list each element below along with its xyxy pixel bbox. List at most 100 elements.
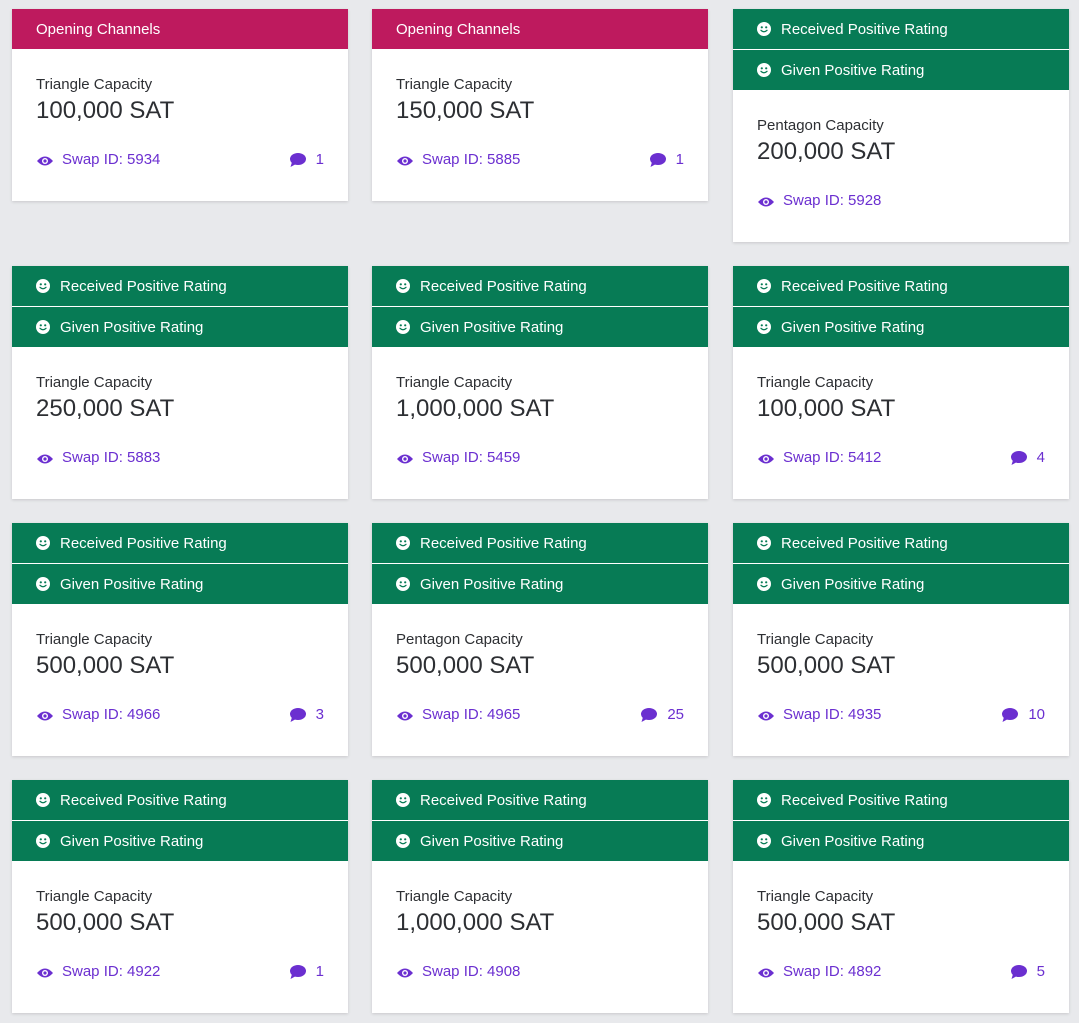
comments-link[interactable]: 1: [289, 151, 324, 168]
badge-label: Received Positive Rating: [420, 534, 587, 552]
swap-id-link[interactable]: Swap ID: 4965: [396, 706, 520, 723]
swap-id-link[interactable]: Swap ID: 4922: [36, 963, 160, 980]
capacity-value: 500,000 SAT: [757, 652, 896, 679]
badge-label: Received Positive Rating: [781, 791, 948, 809]
capacity-label: Triangle Capacity: [36, 374, 153, 391]
capacity-label: Triangle Capacity: [396, 374, 513, 391]
eye-icon: [757, 195, 775, 207]
capacity-label: Pentagon Capacity: [757, 117, 884, 134]
comment-count: 4: [1036, 449, 1045, 466]
swap-id-label: Swap ID: 4966: [62, 706, 161, 723]
comment-icon: [649, 152, 666, 167]
capacity-value: 500,000 SAT: [757, 909, 896, 936]
swap-card[interactable]: Received Positive Rating Given Positive R…: [733, 266, 1069, 499]
swap-card[interactable]: Received Positive Rating Given Positive R…: [733, 523, 1069, 756]
capacity-label: Triangle Capacity: [36, 888, 153, 905]
swap-card[interactable]: Received Positive Rating Given Positive R…: [372, 780, 708, 1013]
swap-id-link[interactable]: Swap ID: 4908: [396, 963, 520, 980]
badge-label: Given Positive Rating: [781, 61, 925, 79]
swap-id-link[interactable]: Swap ID: 4935: [757, 706, 881, 723]
comment-count: 3: [315, 706, 324, 723]
smile-icon: [757, 22, 771, 36]
received-rating-badge: Received Positive Rating: [372, 780, 708, 820]
badge-label: Opening Channels: [36, 20, 161, 38]
received-rating-badge: Received Positive Rating: [12, 523, 348, 563]
comments-link[interactable]: 1: [649, 151, 684, 168]
comment-icon: [1010, 450, 1027, 465]
comments-link[interactable]: 5: [1010, 963, 1045, 980]
swap-id-link[interactable]: Swap ID: 4892: [757, 963, 881, 980]
comments-link[interactable]: 25: [641, 706, 684, 723]
swap-card[interactable]: Opening Channels Triangle Capacity 100,000…: [12, 9, 348, 201]
capacity-label: Triangle Capacity: [36, 631, 153, 648]
badge-label: Given Positive Rating: [781, 832, 925, 850]
badge-label: Given Positive Rating: [60, 575, 204, 593]
given-rating-badge: Given Positive Rating: [372, 307, 708, 347]
swap-id-label: Swap ID: 5885: [422, 151, 521, 168]
comments-link[interactable]: 1: [289, 963, 324, 980]
swap-id-label: Swap ID: 4892: [783, 963, 882, 980]
swap-card[interactable]: Received Positive Rating Given Positive R…: [12, 523, 348, 756]
comment-icon: [1002, 707, 1019, 722]
eye-icon: [396, 709, 414, 721]
capacity-label: Triangle Capacity: [36, 76, 153, 93]
swap-card[interactable]: Received Positive Rating Given Positive R…: [733, 9, 1069, 242]
comment-icon: [641, 707, 658, 722]
smile-icon: [757, 63, 771, 77]
smile-icon: [396, 577, 410, 591]
card-footer: Swap ID: 5928: [757, 192, 1045, 209]
eye-icon: [757, 966, 775, 978]
swap-id-link[interactable]: Swap ID: 5459: [396, 449, 520, 466]
card-footer: Swap ID: 5883: [36, 449, 324, 466]
swap-card[interactable]: Received Positive Rating Given Positive R…: [12, 266, 348, 499]
card-body: Triangle Capacity 500,000 SAT Swap ID: 496…: [12, 604, 348, 756]
swap-id-link[interactable]: Swap ID: 5885: [396, 151, 520, 168]
swap-card[interactable]: Received Positive Rating Given Positive R…: [372, 523, 708, 756]
swap-card[interactable]: Opening Channels Triangle Capacity 150,000…: [372, 9, 708, 201]
badge-label: Given Positive Rating: [420, 318, 564, 336]
swap-id-link[interactable]: Swap ID: 5928: [757, 192, 881, 209]
swap-card[interactable]: Received Positive Rating Given Positive R…: [372, 266, 708, 499]
eye-icon: [396, 154, 414, 166]
card-footer: Swap ID: 4966 3: [36, 706, 324, 723]
swap-id-link[interactable]: Swap ID: 5934: [36, 151, 160, 168]
swap-card[interactable]: Received Positive Rating Given Positive R…: [12, 780, 348, 1013]
capacity-value: 1,000,000 SAT: [396, 395, 555, 422]
eye-icon: [757, 452, 775, 464]
smile-icon: [36, 320, 50, 334]
swap-id-label: Swap ID: 5928: [783, 192, 882, 209]
card-body: Triangle Capacity 100,000 SAT Swap ID: 541…: [733, 347, 1069, 499]
received-rating-badge: Received Positive Rating: [372, 523, 708, 563]
badge-label: Given Positive Rating: [60, 318, 204, 336]
swap-id-label: Swap ID: 5883: [62, 449, 161, 466]
card-body: Triangle Capacity 250,000 SAT Swap ID: 588…: [12, 347, 348, 499]
swap-id-link[interactable]: Swap ID: 4966: [36, 706, 160, 723]
comments-link[interactable]: 4: [1010, 449, 1045, 466]
badge-label: Given Positive Rating: [420, 575, 564, 593]
given-rating-badge: Given Positive Rating: [12, 564, 348, 604]
received-rating-badge: Received Positive Rating: [733, 9, 1069, 49]
swap-id-label: Swap ID: 4908: [422, 963, 521, 980]
smile-icon: [396, 536, 410, 550]
swap-id-label: Swap ID: 4935: [783, 706, 882, 723]
capacity-value: 200,000 SAT: [757, 138, 896, 165]
swap-id-link[interactable]: Swap ID: 5412: [757, 449, 881, 466]
eye-icon: [36, 966, 54, 978]
card-body: Triangle Capacity 1,000,000 SAT Swap ID: 5…: [372, 347, 708, 499]
eye-icon: [36, 709, 54, 721]
swap-card[interactable]: Received Positive Rating Given Positive R…: [733, 780, 1069, 1013]
badge-label: Given Positive Rating: [420, 832, 564, 850]
smile-icon: [36, 279, 50, 293]
capacity-value: 500,000 SAT: [36, 652, 175, 679]
card-body: Triangle Capacity 500,000 SAT Swap ID: 492…: [12, 861, 348, 1013]
comment-count: 25: [667, 706, 684, 723]
card-body: Triangle Capacity 150,000 SAT Swap ID: 588…: [372, 49, 708, 201]
comment-icon: [289, 152, 306, 167]
swap-id-link[interactable]: Swap ID: 5883: [36, 449, 160, 466]
comments-link[interactable]: 10: [1002, 706, 1045, 723]
comments-link[interactable]: 3: [289, 706, 324, 723]
given-rating-badge: Given Positive Rating: [12, 821, 348, 861]
card-footer: Swap ID: 4965 25: [396, 706, 684, 723]
smile-icon: [757, 320, 771, 334]
badge-label: Received Positive Rating: [60, 791, 227, 809]
